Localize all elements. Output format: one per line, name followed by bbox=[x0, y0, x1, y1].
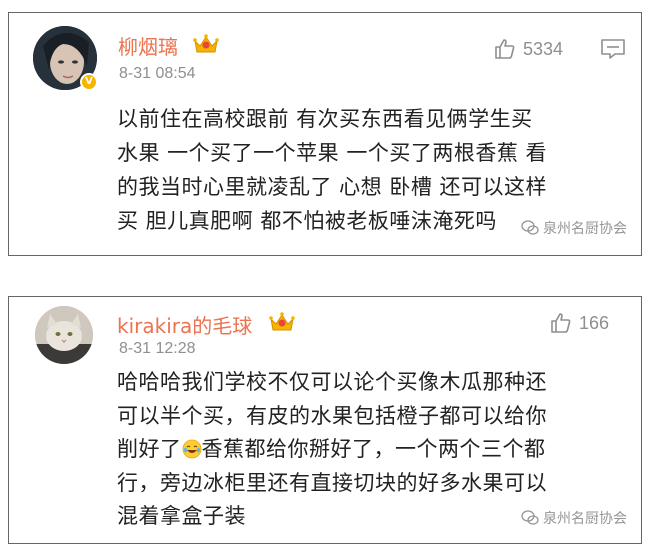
reply-icon[interactable] bbox=[600, 38, 626, 60]
watermark-text: 泉州名厨协会 bbox=[543, 511, 627, 527]
comment-time: 8-31 12:28 bbox=[119, 340, 196, 357]
like-button[interactable]: 5334 bbox=[493, 37, 563, 61]
like-button[interactable]: 166 bbox=[549, 311, 609, 335]
comment-line: 削好了 香蕉都给你掰好了，一个两个三个都 bbox=[117, 433, 617, 467]
thumbs-up-icon bbox=[495, 39, 515, 59]
comment-line: 行，旁边冰柜里还有直接切块的好多水果可以 bbox=[117, 470, 547, 495]
laugh-cry-emoji bbox=[182, 439, 201, 459]
watermark-text: 泉州名厨协会 bbox=[543, 221, 627, 237]
comment-card: V 柳烟璃 8-31 08:54 5334 以前住在高校跟前 有次买东西看见俩学… bbox=[8, 12, 642, 256]
wechat-icon bbox=[521, 220, 539, 235]
like-count: 166 bbox=[579, 312, 610, 333]
comment-card: kirakira的毛球 8-31 12:28 166 哈哈哈我们学校不仅可以论个… bbox=[8, 296, 642, 544]
watermark: 泉州名厨协会 bbox=[521, 508, 627, 528]
comment-line: 的我当时心里就凌乱了 心想 卧槽 还可以这样 bbox=[117, 175, 548, 199]
comment-time: 8-31 08:54 bbox=[119, 65, 196, 82]
verified-badge-icon: V bbox=[80, 73, 98, 91]
comment-line: 哈哈哈我们学校不仅可以论个买像木瓜那种还 bbox=[117, 370, 547, 394]
comment-line: 可以半个买，有皮的水果包括橙子都可以给你 bbox=[117, 403, 547, 428]
like-count: 5334 bbox=[523, 38, 564, 59]
comment-line: 水果 一个买了一个苹果 一个买了两根香蕉 看 bbox=[117, 141, 548, 165]
username[interactable]: kirakira的毛球 bbox=[117, 310, 252, 339]
thumbs-up-icon bbox=[551, 313, 571, 333]
user-avatar[interactable] bbox=[35, 306, 93, 364]
comment-segment: 削好了 bbox=[117, 437, 182, 461]
crown-badge-icon bbox=[269, 312, 295, 331]
watermark: 泉州名厨协会 bbox=[521, 218, 627, 238]
crown-badge-icon bbox=[193, 34, 219, 53]
comment-line: 以前住在高校跟前 有次买东西看见俩学生买 bbox=[117, 107, 533, 131]
wechat-icon bbox=[521, 510, 539, 525]
username[interactable]: 柳烟璃 bbox=[118, 31, 178, 60]
comment-segment: 香蕉都给你掰好了，一个两个三个都 bbox=[201, 437, 546, 461]
